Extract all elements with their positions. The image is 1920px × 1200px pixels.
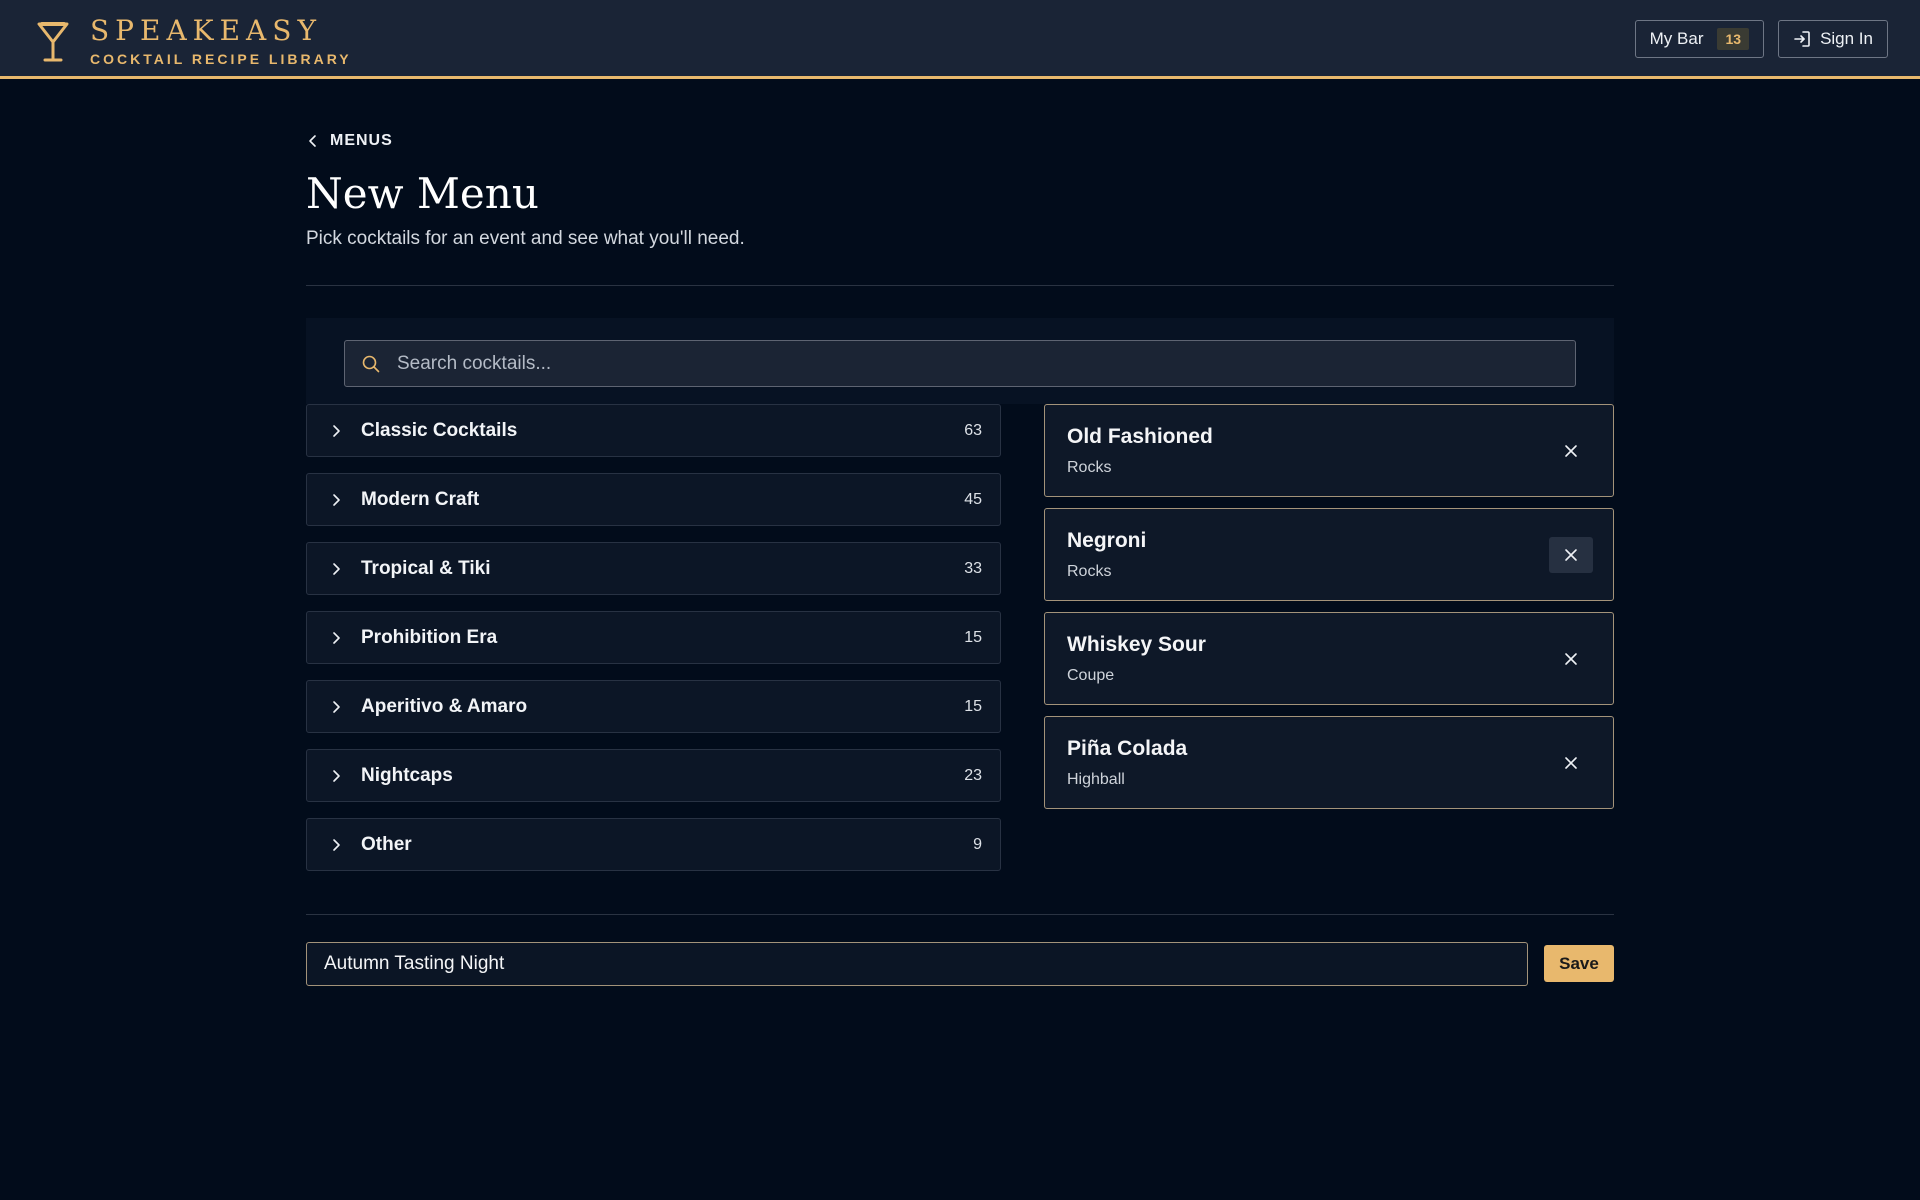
category-item-aperitivo-amaro[interactable]: Aperitivo & Amaro 15 [306,680,1001,733]
chevron-right-icon [333,493,340,506]
search-box[interactable] [344,340,1576,387]
cocktail-name: Old Fashioned [1067,425,1213,448]
category-count: 45 [964,490,982,508]
category-item-nightcaps[interactable]: Nightcaps 23 [306,749,1001,802]
cocktail-glass-type: Rocks [1067,459,1112,476]
cocktail-glass-icon [37,22,69,62]
footer-divider [306,914,1614,915]
cocktail-glass-type: Coupe [1067,667,1115,684]
selected-cocktail-card: Piña Colada Highball [1044,716,1614,809]
search-input[interactable] [395,351,1575,376]
sign-in-label: Sign In [1820,29,1873,48]
category-count: 63 [964,421,982,439]
category-item-tropical-tiki[interactable]: Tropical & Tiki 33 [306,542,1001,595]
breadcrumb-back-link[interactable]: MENUS [306,132,393,150]
chevron-right-icon [333,838,340,851]
category-label: Classic Cocktails [361,419,518,441]
close-icon [1565,445,1577,457]
page-title: New Menu [306,169,539,218]
close-icon [1565,757,1577,769]
category-label: Modern Craft [361,488,480,510]
header-actions: My Bar 13 Sign In [1634,20,1888,58]
sign-in-button[interactable]: Sign In [1778,20,1888,58]
top-header: SPEAKEASY COCKTAIL RECIPE LIBRARY My Bar… [0,0,1920,79]
selected-cocktails-list: Old Fashioned Rocks Negroni Rocks Whiske… [1044,404,1614,820]
page-subtitle: Pick cocktails for an event and see what… [306,228,745,249]
chevron-right-icon [333,769,340,782]
category-count: 9 [973,835,982,853]
sign-in-icon [1794,31,1810,47]
brand-name: SPEAKEASY [90,14,322,47]
category-label: Aperitivo & Amaro [361,695,528,717]
brand-text: SPEAKEASY COCKTAIL RECIPE LIBRARY [90,16,352,68]
my-bar-count-badge: 13 [1717,28,1750,50]
chevron-left-icon [309,135,316,147]
category-count: 15 [964,697,982,715]
my-bar-button[interactable]: My Bar 13 [1634,20,1765,58]
brand-tagline: COCKTAIL RECIPE LIBRARY [90,51,352,67]
close-icon [1565,653,1577,665]
chevron-right-icon [333,424,340,437]
chevron-right-icon [333,562,340,575]
search-icon [362,355,380,372]
close-icon [1565,549,1577,561]
cocktail-glass-type: Highball [1067,771,1125,788]
chevron-right-icon [333,631,340,644]
category-count: 23 [964,766,982,784]
category-label: Nightcaps [361,764,453,786]
remove-cocktail-button[interactable] [1549,433,1593,469]
cocktail-name: Whiskey Sour [1067,633,1206,656]
remove-cocktail-button[interactable] [1549,537,1593,573]
category-label: Other [361,833,412,855]
category-count: 15 [964,628,982,646]
my-bar-label: My Bar [1649,29,1704,48]
breadcrumb-label: MENUS [330,132,393,149]
cocktail-glass-type: Rocks [1067,563,1112,580]
category-item-classic-cocktails[interactable]: Classic Cocktails 63 [306,404,1001,457]
save-button[interactable]: Save [1544,945,1614,982]
search-band [306,318,1614,404]
header-divider [306,285,1614,286]
category-count: 33 [964,559,982,577]
selected-cocktail-card: Negroni Rocks [1044,508,1614,601]
category-label: Prohibition Era [361,626,498,648]
selected-cocktail-card: Old Fashioned Rocks [1044,404,1614,497]
remove-cocktail-button[interactable] [1549,641,1593,677]
cocktail-name: Piña Colada [1067,737,1188,760]
brand-logo[interactable]: SPEAKEASY COCKTAIL RECIPE LIBRARY [36,16,352,68]
selected-cocktail-card: Whiskey Sour Coupe [1044,612,1614,705]
menu-name-input[interactable] [306,942,1528,986]
category-label: Tropical & Tiki [361,557,491,579]
cocktail-name: Negroni [1067,529,1147,552]
category-list: Classic Cocktails 63 Modern Craft 45 Tro… [306,404,1001,887]
category-item-prohibition-era[interactable]: Prohibition Era 15 [306,611,1001,664]
chevron-right-icon [333,700,340,713]
remove-cocktail-button[interactable] [1549,745,1593,781]
category-item-other[interactable]: Other 9 [306,818,1001,871]
category-item-modern-craft[interactable]: Modern Craft 45 [306,473,1001,526]
